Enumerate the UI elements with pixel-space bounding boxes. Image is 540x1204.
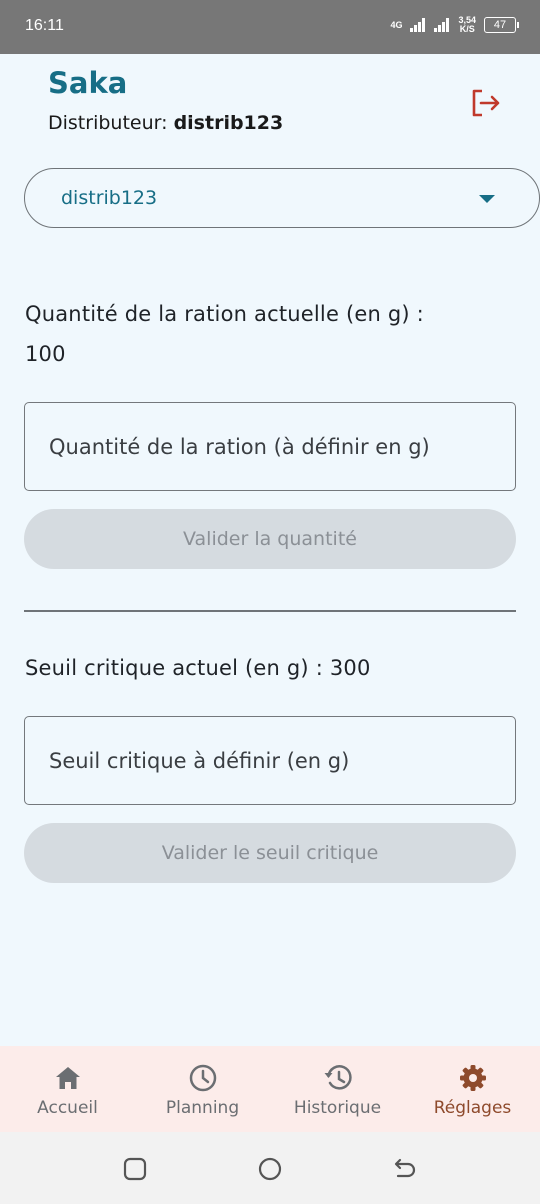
logout-icon[interactable]	[468, 86, 502, 120]
distributor-select-value: distrib123	[61, 187, 158, 209]
back-icon[interactable]	[391, 1156, 417, 1182]
status-time: 16:11	[25, 17, 64, 34]
gear-icon	[459, 1065, 486, 1091]
ration-input-container[interactable]	[24, 402, 516, 491]
validate-threshold-button[interactable]: Valider le seuil critique	[24, 823, 516, 883]
nav-item-planning[interactable]: Planning	[135, 1046, 270, 1132]
ration-current-value: 100	[25, 342, 66, 366]
status-bar: 16:11 4G 3,54 K/S 47	[0, 0, 540, 54]
nav-label-historique: Historique	[293, 1098, 382, 1118]
network-speed: 3,54 K/S	[458, 16, 476, 34]
history-icon	[324, 1065, 352, 1090]
app-title: Saka	[48, 66, 128, 100]
seuil-input-container[interactable]	[24, 716, 516, 805]
nav-label-reglages: Réglages	[433, 1098, 512, 1118]
distributor-select[interactable]: distrib123	[24, 168, 540, 228]
nav-label-planning: Planning	[165, 1098, 240, 1118]
speed-unit: K/S	[459, 24, 475, 34]
nav-label-accueil: Accueil	[37, 1098, 98, 1118]
status-icons: 4G 3,54 K/S 47	[390, 16, 519, 34]
ration-input[interactable]	[25, 403, 515, 490]
signal-icon-2	[434, 18, 450, 32]
validate-quantity-button[interactable]: Valider la quantité	[24, 509, 516, 569]
system-navigation-bar	[0, 1132, 540, 1204]
seuil-label: Seuil critique actuel (en g) : 300	[25, 656, 371, 680]
distributor-line: Distributeur: distrib123	[48, 112, 283, 134]
distributor-id: distrib123	[173, 112, 284, 134]
ration-label: Quantité de la ration actuelle (en g) :	[25, 302, 424, 326]
home-button-icon[interactable]	[257, 1156, 283, 1182]
section-divider	[24, 610, 516, 612]
battery-icon: 47	[484, 17, 519, 33]
clock-icon	[189, 1064, 216, 1092]
home-icon	[55, 1067, 80, 1089]
nav-item-reglages[interactable]: Réglages	[405, 1046, 540, 1132]
nav-item-accueil[interactable]: Accueil	[0, 1046, 135, 1132]
distributor-label: Distributeur:	[48, 112, 168, 134]
signal-icon	[410, 18, 426, 32]
caret-down-icon	[479, 195, 495, 203]
bottom-navigation: Accueil Planning Historique Réglages	[0, 1046, 540, 1132]
seuil-input[interactable]	[25, 717, 515, 804]
nav-item-historique[interactable]: Historique	[270, 1046, 405, 1132]
battery-level: 47	[493, 19, 507, 31]
recent-apps-icon[interactable]	[122, 1156, 148, 1182]
network-4g-indicator: 4G	[390, 19, 403, 30]
